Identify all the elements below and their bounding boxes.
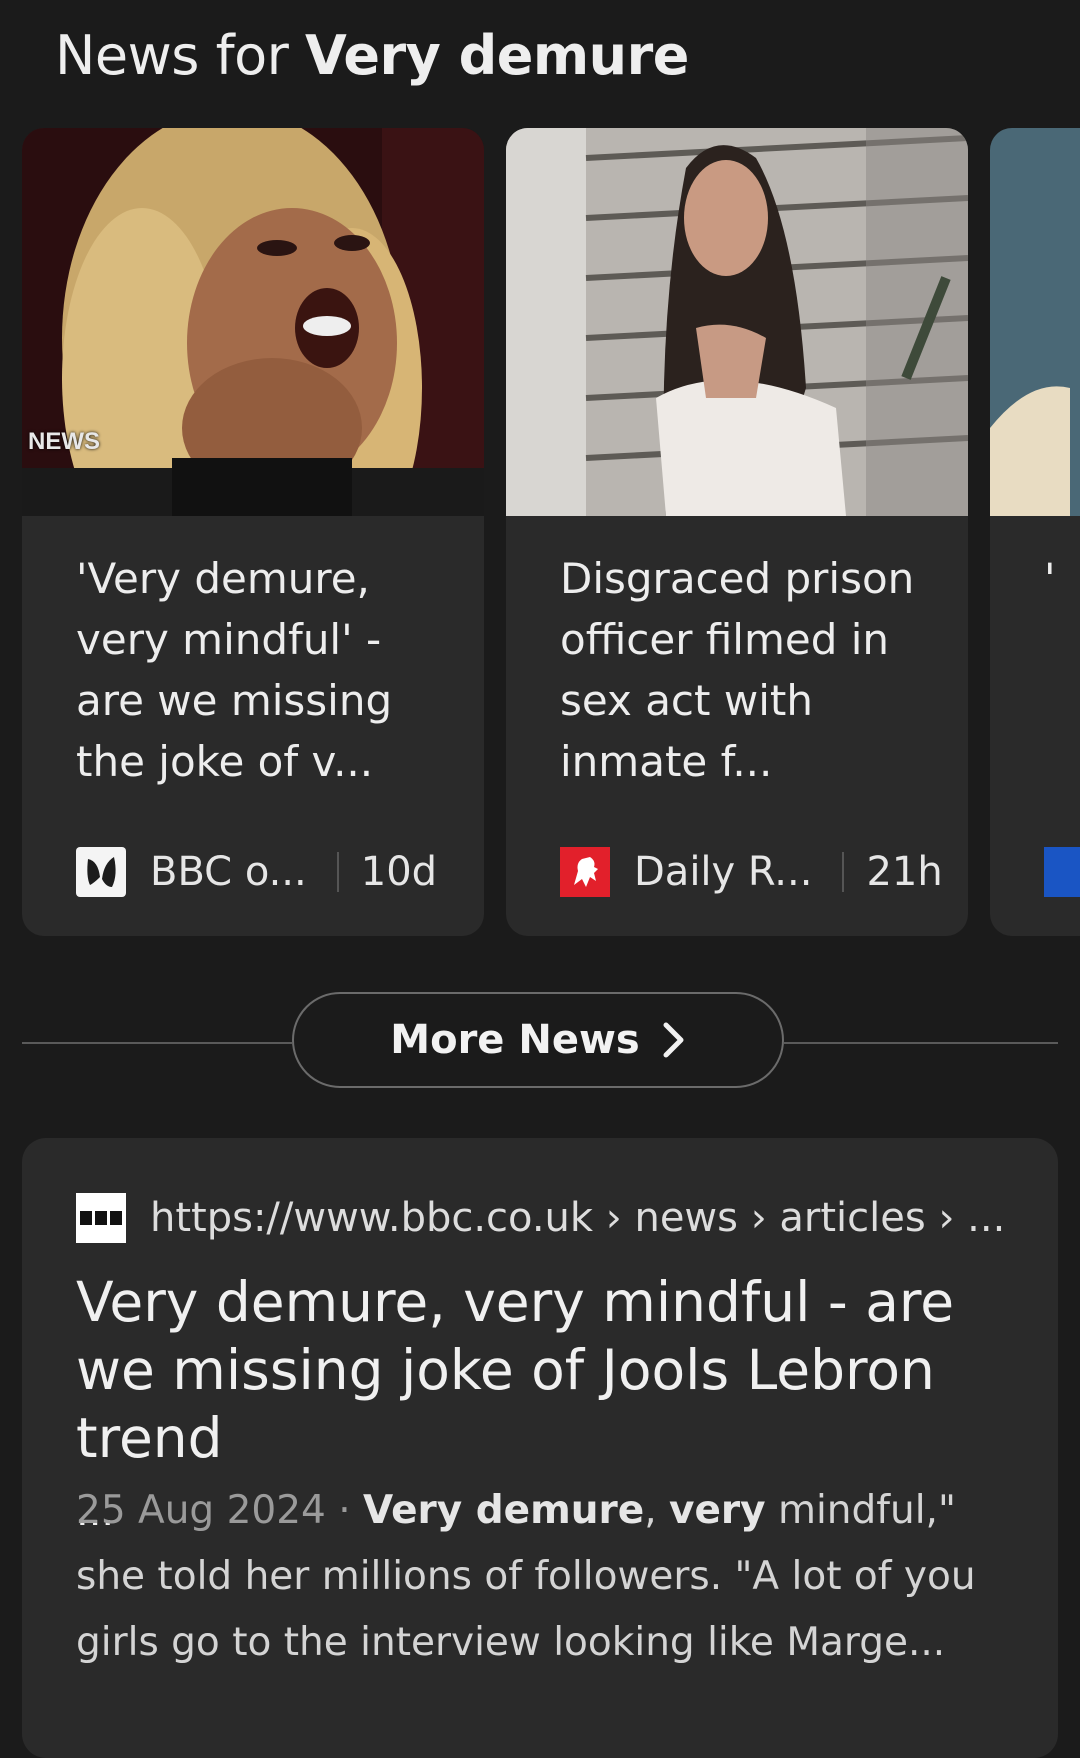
news-photo-person-laughing — [22, 128, 484, 516]
news-card-meta — [1044, 846, 1080, 898]
section-title-query: Very demure — [305, 24, 689, 87]
result-title: Very demure, very mindful - are we missi… — [76, 1270, 955, 1470]
divider-line-left — [22, 1042, 292, 1044]
meta-divider — [842, 852, 845, 892]
news-card-image — [506, 128, 968, 516]
partial-source-icon — [1044, 847, 1080, 897]
bbc-favicon-icon — [76, 1193, 126, 1243]
daily-record-lion-icon — [560, 847, 610, 897]
news-card-headline[interactable]: 'Very demure, very mindful' - are we mis… — [76, 548, 436, 792]
meta-divider — [336, 852, 339, 892]
news-photo-woman-at-wall — [506, 128, 968, 516]
news-card-bbc[interactable]: NEWS 'Very demure, very mindful' - are w… — [22, 128, 484, 936]
news-badge: NEWS — [28, 428, 100, 455]
news-card-partial[interactable]: ' — [990, 128, 1080, 936]
result-url-row[interactable]: https://www.bbc.co.uk › news › articles … — [76, 1193, 1005, 1243]
news-photo-partial — [990, 128, 1080, 516]
news-card-source: Daily R... — [634, 849, 813, 895]
news-card-headline[interactable]: Disgraced prison officer filmed in sex a… — [560, 548, 920, 792]
news-card-meta: BBC o... 10d — [76, 846, 437, 898]
search-result-bbc[interactable]: https://www.bbc.co.uk › news › articles … — [22, 1138, 1058, 1758]
chevron-right-icon — [663, 1022, 684, 1058]
news-card-image: NEWS — [22, 128, 484, 516]
news-card-source: BBC o... — [150, 849, 307, 895]
more-news-row: More News — [22, 992, 1058, 1092]
news-card-image — [990, 128, 1080, 516]
news-carousel[interactable]: NEWS 'Very demure, very mindful' - are w… — [0, 128, 1080, 938]
snippet-highlight: very — [669, 1488, 766, 1533]
snippet-text: , — [644, 1488, 670, 1533]
result-date-separator: · — [325, 1488, 364, 1533]
news-card-meta: Daily R... 21h — [560, 846, 943, 898]
result-url: https://www.bbc.co.uk › news › articles … — [150, 1195, 1006, 1241]
bbc-butterfly-icon — [76, 847, 126, 897]
result-snippet: 25 Aug 2024 · Very demure, very mindful,… — [76, 1478, 1036, 1676]
section-title: News for Very demure — [55, 24, 689, 87]
divider-line-right — [784, 1042, 1058, 1044]
section-title-prefix: News for — [55, 24, 305, 87]
more-news-button[interactable]: More News — [292, 992, 784, 1088]
news-card-age: 10d — [360, 849, 438, 895]
news-card-age: 21h — [866, 849, 943, 895]
news-card-headline[interactable]: ' — [1044, 548, 1080, 609]
news-card-daily-record[interactable]: Disgraced prison officer filmed in sex a… — [506, 128, 968, 936]
snippet-highlight: Very demure — [363, 1488, 645, 1533]
result-date: 25 Aug 2024 — [76, 1488, 326, 1533]
more-news-label: More News — [390, 1017, 640, 1063]
